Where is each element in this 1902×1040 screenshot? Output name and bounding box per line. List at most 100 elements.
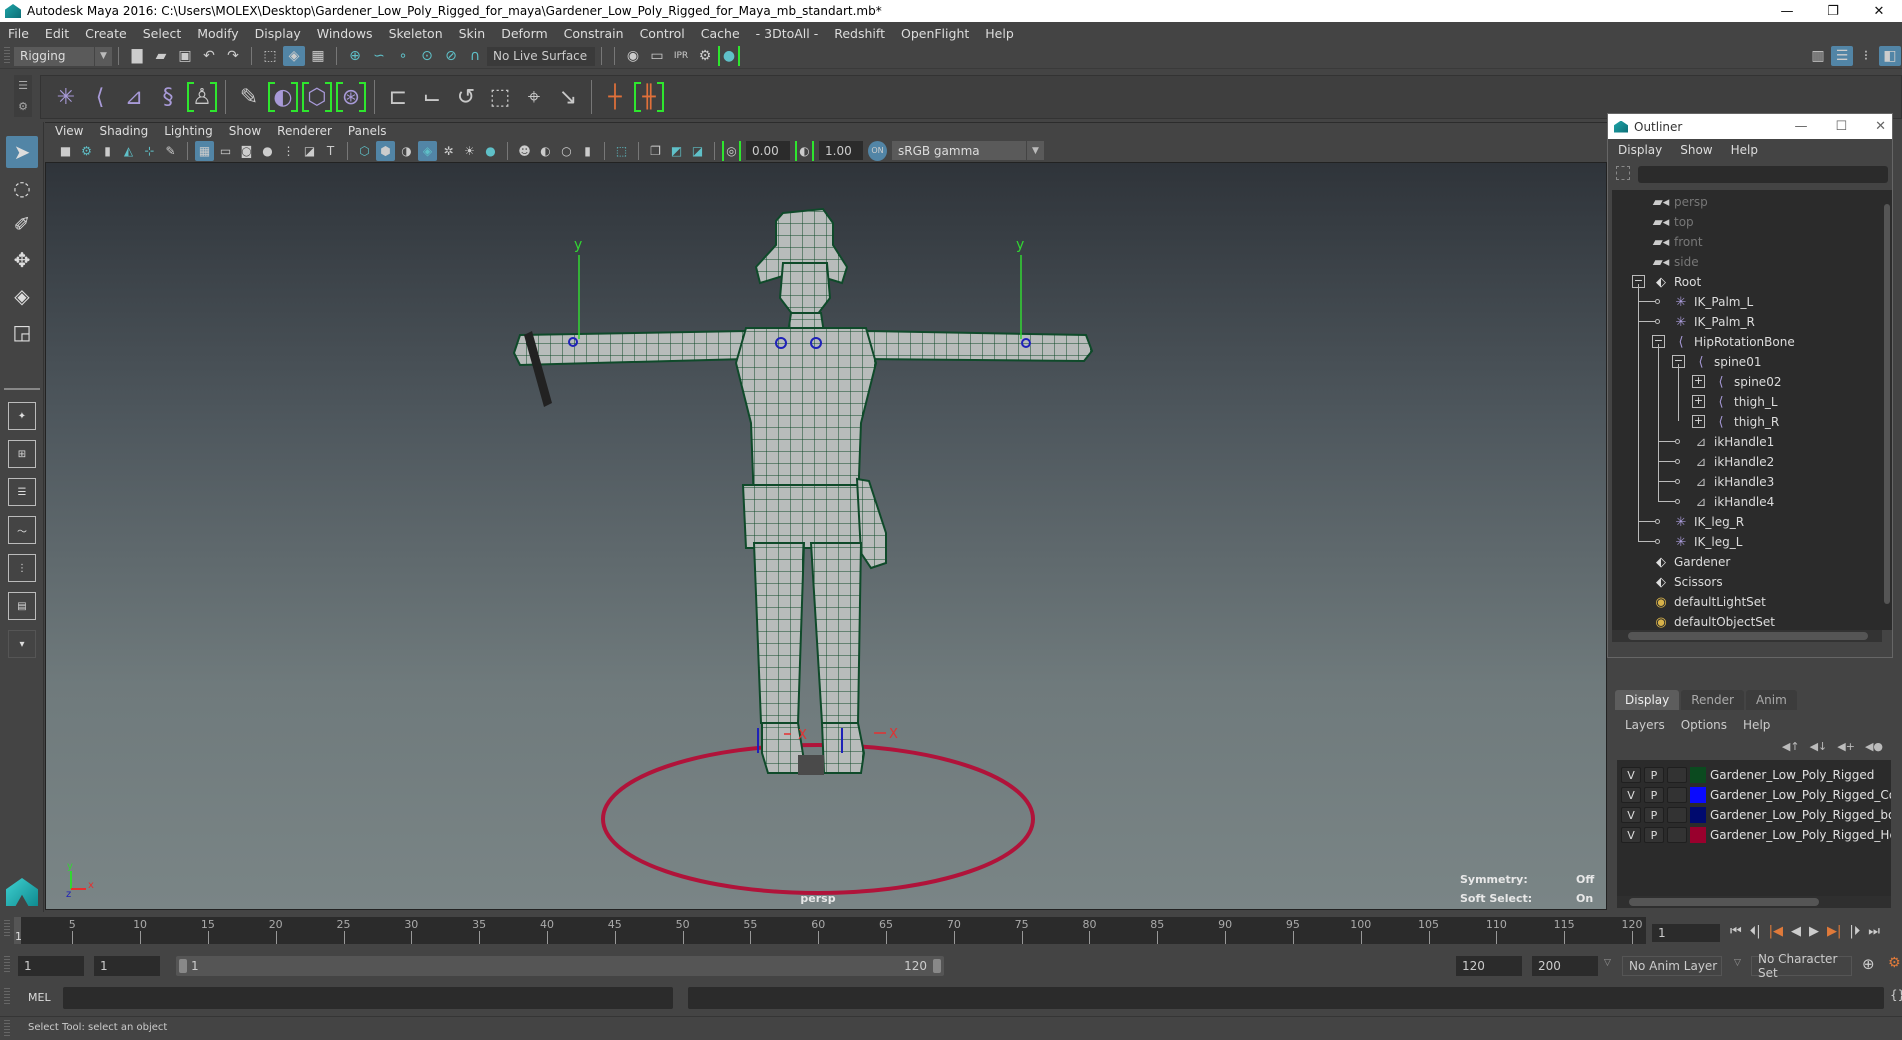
safe-title-icon[interactable]: T xyxy=(321,141,340,161)
viewport-menu-view[interactable]: View xyxy=(55,124,83,138)
wireframe-icon[interactable]: ⬡ xyxy=(355,141,374,161)
resolution-gate-icon[interactable]: ◙ xyxy=(237,141,256,161)
safe-action-icon[interactable]: ◪ xyxy=(300,141,319,161)
render-view-icon[interactable]: ◉ xyxy=(622,46,644,66)
chevron-down-icon[interactable]: ▽ xyxy=(1734,958,1741,968)
hypershade-icon[interactable]: ● xyxy=(718,46,740,66)
step-forward-frame-icon[interactable]: |⏵ xyxy=(1849,924,1860,939)
menu-skeleton[interactable]: Skeleton xyxy=(389,26,443,41)
snap-to-point-icon[interactable]: ∘ xyxy=(392,46,414,66)
select-by-component-icon[interactable]: ▦ xyxy=(307,46,329,66)
lattice-icon[interactable]: ⬡ xyxy=(302,80,332,114)
exposure-icon[interactable]: ◎ xyxy=(722,140,741,161)
viewport-menu-renderer[interactable]: Renderer xyxy=(277,124,332,138)
save-scene-icon[interactable]: ▣ xyxy=(174,46,196,66)
ipr-render-icon[interactable]: IPR xyxy=(670,46,692,66)
modeling-toolkit-icon[interactable]: ▥ xyxy=(1807,46,1829,66)
ik-spline-icon[interactable]: § xyxy=(153,80,183,114)
expand-icon[interactable]: + xyxy=(1692,375,1705,388)
film-gate-icon[interactable]: ▭ xyxy=(216,141,235,161)
outliner-vertical-scrollbar[interactable] xyxy=(1882,190,1892,630)
anti-aliasing-icon[interactable]: ○ xyxy=(557,141,576,161)
smooth-shade-icon[interactable]: ⬢ xyxy=(376,140,395,161)
select-camera-icon[interactable]: ■ xyxy=(56,141,75,161)
layer-visibility-toggle[interactable]: V xyxy=(1621,767,1641,783)
move-layer-down-icon[interactable]: ◀↓ xyxy=(1810,740,1828,753)
restore-button[interactable]: ❐ xyxy=(1810,0,1856,22)
layer-menu-help[interactable]: Help xyxy=(1743,718,1770,732)
live-surface-field[interactable]: No Live Surface xyxy=(487,46,595,66)
tool-settings-toggle-icon[interactable]: ⁝ xyxy=(1855,46,1877,66)
hud-icon[interactable]: ◩ xyxy=(667,141,686,161)
bind-skin-icon[interactable]: ◐ xyxy=(268,80,298,114)
grid-icon[interactable]: ▦ xyxy=(195,140,214,161)
outliner-item[interactable]: ✳ IK_leg_R xyxy=(1672,512,1745,532)
outliner-item[interactable]: ⊿ ikHandle4 xyxy=(1692,492,1775,512)
menu-control[interactable]: Control xyxy=(640,26,685,41)
layer-menu-options[interactable]: Options xyxy=(1681,718,1727,732)
outliner-item[interactable]: ▰◂ front xyxy=(1652,232,1703,252)
camera-attributes-icon[interactable]: ⚙ xyxy=(77,141,96,161)
outliner-minimize-button[interactable]: — xyxy=(1794,119,1807,134)
layer-playback-toggle[interactable]: P xyxy=(1644,807,1664,823)
menu-deform[interactable]: Deform xyxy=(501,26,547,41)
isolate-select-icon[interactable]: ⬚ xyxy=(612,141,631,161)
hypershade-persp-layout-icon[interactable]: ⋮ xyxy=(8,554,36,582)
depth-of-field-icon[interactable]: ▮ xyxy=(578,141,597,161)
step-back-key-icon[interactable]: |◀ xyxy=(1769,924,1783,939)
play-backwards-icon[interactable]: ◀ xyxy=(1791,924,1801,939)
outliner-title-bar[interactable]: Outliner — ☐ ✕ xyxy=(1608,114,1892,139)
layer-display-type-toggle[interactable] xyxy=(1667,827,1687,843)
gate-mask-icon[interactable]: ● xyxy=(258,141,277,161)
move-tool-icon[interactable]: ✥ xyxy=(6,244,38,276)
outliner-menu-display[interactable]: Display xyxy=(1618,143,1662,157)
shadows-icon[interactable]: ● xyxy=(481,141,500,161)
command-line-grip[interactable] xyxy=(4,988,10,1006)
menu-cache[interactable]: Cache xyxy=(701,26,740,41)
menu-help[interactable]: Help xyxy=(985,26,1014,41)
snap-icon[interactable]: ∩ xyxy=(464,46,486,66)
outliner-item[interactable]: ▰◂ side xyxy=(1652,252,1699,272)
outliner-item[interactable]: ⊿ ikHandle2 xyxy=(1692,452,1775,472)
menu-windows[interactable]: Windows xyxy=(317,26,373,41)
aim-constraint-icon[interactable]: ⌖ xyxy=(519,80,549,114)
outliner-item[interactable]: ✳ IK_Palm_L xyxy=(1672,292,1754,312)
step-back-frame-icon[interactable]: ⏴| xyxy=(1750,924,1761,939)
select-by-object-icon[interactable]: ◈ xyxy=(283,46,305,66)
color-management-toggle-icon[interactable]: ON xyxy=(868,140,887,161)
layer-menu-layers[interactable]: Layers xyxy=(1625,718,1665,732)
menu-select[interactable]: Select xyxy=(143,26,182,41)
animation-start-field[interactable]: 1 xyxy=(18,956,84,976)
use-all-lights-icon[interactable]: ☀ xyxy=(460,141,479,161)
outliner-menu-help[interactable]: Help xyxy=(1731,143,1758,157)
current-frame-field[interactable]: 1 xyxy=(1652,924,1720,942)
texture-icon[interactable]: ◪ xyxy=(688,141,707,161)
menu-redshift[interactable]: Redshift xyxy=(834,26,885,41)
layer-display-type-toggle[interactable] xyxy=(1667,787,1687,803)
animation-end-field[interactable]: 200 xyxy=(1532,956,1598,976)
parent-constraint-icon[interactable]: ⊏ xyxy=(383,80,413,114)
menu-edit[interactable]: Edit xyxy=(45,26,69,41)
shelf-settings-icon[interactable]: ⚙ xyxy=(18,100,28,113)
ik-handle-icon[interactable]: ⊿ xyxy=(119,80,149,114)
paint-skin-weights-icon[interactable]: ✎ xyxy=(234,80,264,114)
snap-to-grid-icon[interactable]: ⊕ xyxy=(344,46,366,66)
character-set-dropdown[interactable]: No Character Set xyxy=(1751,952,1852,980)
chevron-down-icon[interactable]: ▽ xyxy=(1604,958,1611,968)
outliner-item[interactable]: ▰◂ top xyxy=(1652,212,1694,232)
range-end-handle[interactable] xyxy=(933,959,941,973)
motion-blur-icon[interactable]: ◐ xyxy=(536,141,555,161)
image-plane-icon[interactable]: ◭ xyxy=(119,141,138,161)
color-space-dropdown[interactable]: sRGB gamma ▼ xyxy=(892,141,1044,160)
xray-active-components-icon[interactable]: ❐ xyxy=(646,141,665,161)
rotate-tool-icon[interactable]: ◈ xyxy=(6,280,38,312)
render-settings-icon[interactable]: ⚙ xyxy=(694,46,716,66)
point-constraint-icon[interactable]: ⌙ xyxy=(417,80,447,114)
layer-playback-toggle[interactable]: P xyxy=(1644,767,1664,783)
time-slider-grip[interactable] xyxy=(4,920,10,938)
quick-rig-icon[interactable]: ♙ xyxy=(187,80,217,114)
mel-input[interactable] xyxy=(63,987,673,1009)
layer-playback-toggle[interactable]: P xyxy=(1644,827,1664,843)
layer-color-swatch[interactable] xyxy=(1690,767,1706,783)
script-editor-icon[interactable]: {} xyxy=(1890,988,1902,1002)
